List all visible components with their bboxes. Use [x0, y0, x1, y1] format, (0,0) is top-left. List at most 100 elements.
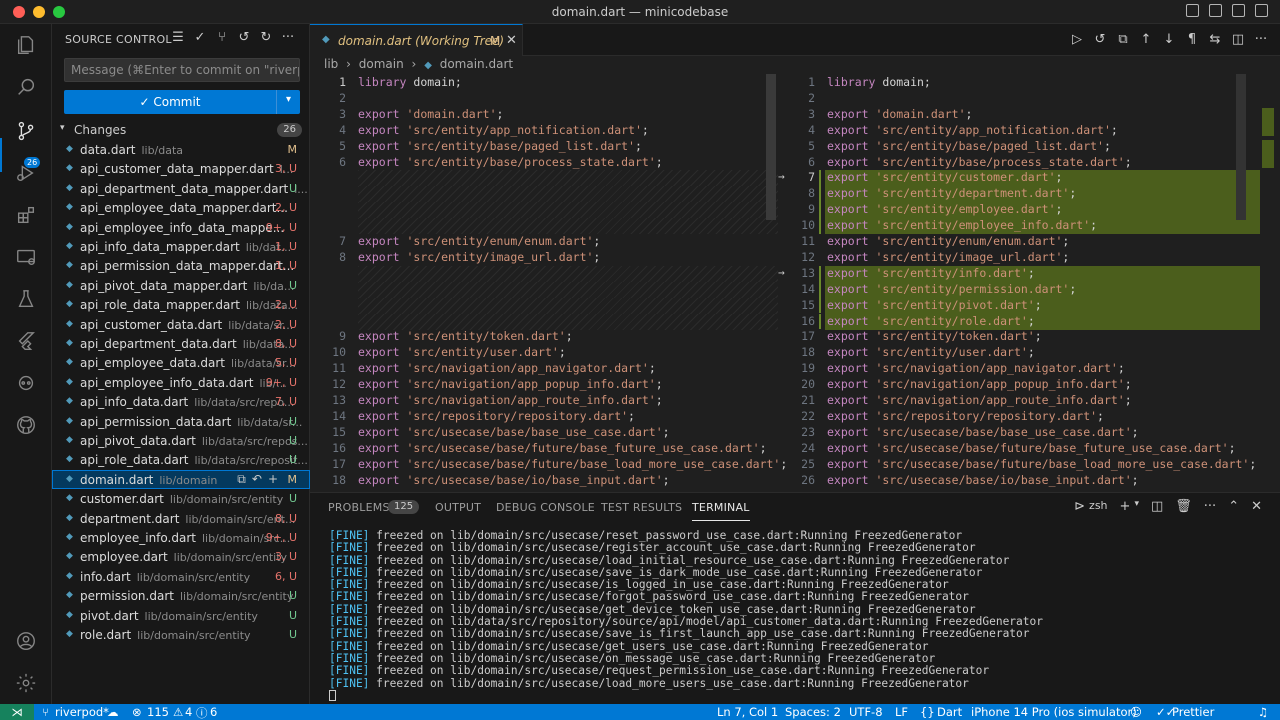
manage-gear-icon[interactable] [15, 672, 37, 694]
sync-icon[interactable]: ☁ [107, 705, 119, 719]
commit-button[interactable]: ✓ Commit ▾ [64, 90, 300, 114]
tab-debug-console[interactable]: DEBUG CONSOLE [496, 501, 595, 514]
pull-request-icon[interactable]: ⑂ [214, 30, 230, 45]
customize-layout-icon[interactable] [1255, 4, 1268, 17]
toggle-panel-icon[interactable] [1209, 4, 1222, 17]
indentation[interactable]: Spaces: 2 [785, 705, 841, 719]
list-item[interactable]: ◆ api_role_data_mapper.dart lib/data... 2, … [52, 295, 310, 314]
line-ending[interactable]: LF [895, 705, 908, 719]
remote-explorer-icon[interactable] [15, 246, 37, 268]
split-editor-icon[interactable]: ◫ [1231, 32, 1245, 47]
list-item[interactable]: ◆ employee.dart lib/domain/src/entity 3, U [52, 547, 310, 566]
tab-terminal[interactable]: TERMINAL [692, 501, 750, 521]
commit-dropdown-chevron-icon[interactable]: ▾ [276, 90, 300, 114]
language-mode[interactable]: Dart [937, 705, 962, 719]
copilot-icon[interactable] [15, 372, 37, 394]
cursor-position[interactable]: Ln 7, Col 1 [717, 705, 778, 719]
list-item[interactable]: ◆ customer.dart lib/domain/src/entity U [52, 489, 310, 508]
toggle-whitespace-icon[interactable]: ¶ [1185, 32, 1199, 47]
commit-message-input[interactable]: Message (⌘Enter to commit on "riverpo... [64, 58, 300, 82]
open-file-icon[interactable]: ⧉ [1116, 32, 1130, 47]
list-item[interactable]: ◆ api_employee_data.dart lib/data/sr... 5, … [52, 353, 310, 372]
list-item[interactable]: ◆ api_info_data_mapper.dart lib/dat... 1, U [52, 237, 310, 256]
right-scrollbar-thumb[interactable] [1236, 74, 1246, 220]
list-item[interactable]: ◆ permission.dart lib/domain/src/entity U [52, 586, 310, 605]
more-actions-icon[interactable]: ··· [280, 30, 296, 45]
left-scrollbar-thumb[interactable] [766, 74, 776, 220]
list-item[interactable]: ◆ api_employee_info_data.dart lib/... 9+, U [52, 373, 310, 392]
run-icon[interactable]: ▷ [1070, 32, 1084, 47]
tab-output[interactable]: OUTPUT [435, 501, 481, 514]
extensions-icon[interactable] [15, 204, 37, 226]
tab-problems[interactable]: PROBLEMS [328, 501, 390, 514]
remote-indicator-icon[interactable]: ⋊ [0, 704, 34, 720]
list-item[interactable]: ◆ api_info_data.dart lib/data/src/repo... 7… [52, 392, 310, 411]
more-panel-actions-icon[interactable]: ··· [1204, 499, 1216, 514]
github-icon[interactable] [15, 414, 37, 436]
list-item[interactable]: ◆ info.dart lib/domain/src/entity 6, U [52, 567, 310, 586]
close-tab-icon[interactable]: ✕ [506, 33, 517, 48]
revert-block-arrow-icon[interactable]: → [778, 170, 785, 183]
split-terminal-icon[interactable]: ◫ [1151, 499, 1163, 514]
stage-changes-icon[interactable]: + [268, 472, 278, 487]
toggle-secondary-sidebar-icon[interactable] [1232, 4, 1245, 17]
commit-check-icon[interactable]: ✓ [192, 30, 208, 45]
tab-test-results[interactable]: TEST RESULTS [601, 501, 682, 514]
list-item[interactable]: ◆ api_department_data_mapper.dart l... U [52, 179, 310, 198]
view-as-tree-icon[interactable]: ☰ [170, 30, 186, 45]
source-control-icon[interactable] [15, 120, 37, 142]
breadcrumb-file[interactable]: domain.dart [440, 57, 513, 71]
device-selector[interactable]: iPhone 14 Pro (ios simulator) [971, 705, 1137, 719]
more-editor-actions-icon[interactable]: ··· [1254, 32, 1268, 47]
list-item[interactable]: ◆ api_employee_data_mapper.dart... 2, U [52, 198, 310, 217]
list-item[interactable]: ◆ pivot.dart lib/domain/src/entity U [52, 606, 310, 625]
formatter[interactable]: Prettier [1172, 705, 1214, 719]
copilot-status-icon[interactable]: ☺ [1130, 705, 1142, 719]
testing-icon[interactable] [15, 288, 37, 310]
previous-change-icon[interactable]: ↑ [1139, 32, 1153, 47]
list-item[interactable]: ◆ api_permission_data_mapper.dart... 1, U [52, 256, 310, 275]
warning-count[interactable]: 4 [185, 705, 192, 719]
list-item[interactable]: ◆ api_customer_data_mapper.dart l... 3, U [52, 159, 310, 178]
search-icon[interactable] [15, 76, 37, 98]
encoding[interactable]: UTF-8 [849, 705, 883, 719]
diff-modified-pane[interactable]: 1 library domain; 2 3 export 'domain.dart'; 4… [778, 74, 1280, 492]
revert-icon[interactable]: ↺ [1093, 32, 1107, 47]
list-item[interactable]: ◆ api_role_data.dart lib/data/src/reposit.… [52, 450, 310, 469]
breadcrumb-domain[interactable]: domain [359, 57, 404, 71]
diff-original-pane[interactable]: 1 library domain; 2 3 export 'domain.dart'; 4… [310, 74, 787, 492]
trash-icon[interactable]: 🗑 [1175, 499, 1192, 514]
list-item[interactable]: ◆ role.dart lib/domain/src/entity U [52, 625, 310, 644]
list-item[interactable]: ◆ api_pivot_data_mapper.dart lib/da... U [52, 276, 310, 295]
revert-block-arrow-icon[interactable]: → [778, 266, 785, 279]
terminal-output[interactable]: [FINE] freezed on lib/domain/src/usecase… [329, 529, 1043, 702]
breadcrumb-lib[interactable]: lib [324, 57, 338, 71]
list-item[interactable]: ◆ api_employee_info_data_mappe... 9+, U [52, 218, 310, 237]
inline-view-icon[interactable]: ⇆ [1208, 32, 1222, 47]
list-item[interactable]: ◆ api_permission_data.dart lib/data/sr... U [52, 412, 310, 431]
history-icon[interactable]: ↺ [236, 30, 252, 45]
new-terminal-icon[interactable]: + [1120, 499, 1131, 514]
list-item[interactable]: ◆ data.dart lib/data M [52, 140, 310, 159]
discard-changes-icon[interactable]: ↶ [252, 472, 262, 487]
tab-domain-dart[interactable]: ◆ domain.dart (Working Tree) M ✕ [310, 24, 523, 56]
explorer-icon[interactable] [15, 34, 37, 56]
info-count[interactable]: 6 [210, 705, 217, 719]
maximize-panel-icon[interactable]: ⌃ [1228, 499, 1239, 514]
list-item[interactable]: ◆ department.dart lib/domain/src/ent... 8, … [52, 509, 310, 528]
list-item[interactable]: ◆ employee_info.dart lib/domain/src... 9+, … [52, 528, 310, 547]
open-file-icon[interactable]: ⧉ [237, 472, 246, 487]
flutter-icon[interactable] [15, 330, 37, 352]
next-change-icon[interactable]: ↓ [1162, 32, 1176, 47]
list-item[interactable]: ◆ api_customer_data.dart lib/data/sr... 2, … [52, 315, 310, 334]
list-item[interactable]: ◆ api_department_data.dart lib/data... 8, U [52, 334, 310, 353]
list-item[interactable]: ◆ domain.dart lib/domain ⧉ ↶ + M [52, 469, 310, 490]
terminal-dropdown-icon[interactable]: ▾ [1134, 499, 1139, 514]
run-debug-icon[interactable] [15, 162, 37, 184]
close-panel-icon[interactable]: ✕ [1251, 499, 1262, 514]
toggle-sidebar-icon[interactable] [1186, 4, 1199, 17]
error-count[interactable]: 115 [147, 705, 169, 719]
changes-section-header[interactable]: ▾ Changes 26 [58, 121, 302, 139]
list-item[interactable]: ◆ api_pivot_data.dart lib/data/src/repos..… [52, 431, 310, 450]
terminal-prompt-line[interactable] [329, 690, 1043, 702]
